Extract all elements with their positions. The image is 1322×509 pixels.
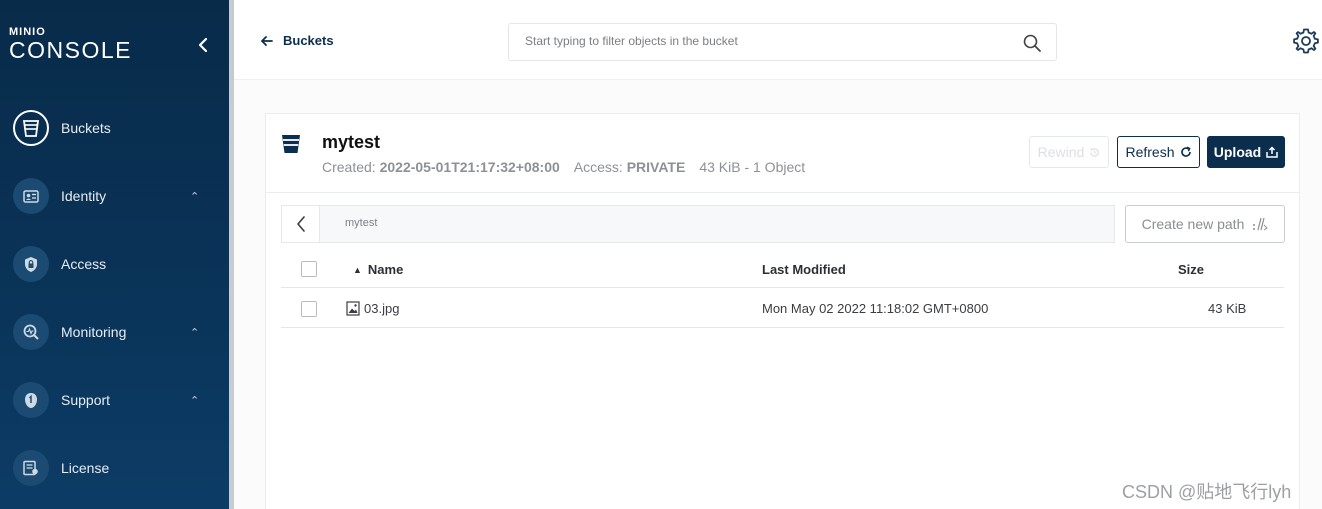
create-new-path-button[interactable]: Create new path: [1125, 205, 1285, 243]
breadcrumb: mytest: [281, 205, 1115, 243]
bucket-icon: [282, 135, 300, 153]
refresh-icon: [1180, 146, 1191, 157]
sidebar-item-buckets[interactable]: Buckets: [0, 102, 229, 154]
sidebar-item-support[interactable]: Support ⌃: [0, 374, 229, 426]
sidebar-item-label: Support: [61, 392, 111, 408]
column-header-size[interactable]: Size: [1178, 262, 1204, 277]
column-header-last-modified[interactable]: Last Modified: [762, 262, 846, 277]
sidebar-item-monitoring[interactable]: Monitoring ⌃: [0, 306, 229, 358]
size-cell: 43 KiB: [1208, 301, 1247, 316]
back-link-label: Buckets: [283, 33, 334, 48]
sort-ascending-icon: ▲: [353, 264, 362, 275]
sidebar: MINIO CONSOLE Buckets Identity ⌃ Access: [0, 0, 229, 509]
last-modified-cell: Mon May 02 2022 11:18:02 GMT+0800: [762, 301, 989, 316]
chevron-left-icon: [198, 37, 208, 53]
gear-icon[interactable]: [1292, 27, 1320, 55]
table-row[interactable]: 03.jpg Mon May 02 2022 11:18:02 GMT+0800…: [281, 289, 1284, 328]
sidebar-item-label: License: [61, 460, 110, 476]
bucket-icon: [13, 110, 49, 146]
column-label: Name: [367, 262, 404, 277]
breadcrumb-path[interactable]: mytest: [345, 217, 377, 229]
upload-button[interactable]: Upload: [1207, 136, 1285, 168]
rewind-button[interactable]: Rewind: [1029, 136, 1109, 168]
created-value: 2022-05-01T21:17:32+08:00: [379, 159, 560, 175]
object-filter-search[interactable]: [508, 23, 1057, 61]
logo-main-text: CONSOLE: [9, 37, 132, 63]
row-select-checkbox[interactable]: [301, 301, 317, 317]
bucket-meta: Created: 2022-05-01T21:17:32+08:00 Access…: [322, 159, 805, 175]
bucket-name: mytest: [322, 132, 381, 152]
created-label: Created:: [322, 159, 376, 175]
bucket-header: mytest Created: 2022-05-01T21:17:32+08:0…: [266, 114, 1299, 193]
chevron-up-icon: ⌃: [190, 326, 200, 339]
sidebar-item-access[interactable]: Access: [0, 238, 229, 290]
arrow-left-icon: [261, 35, 273, 46]
column-header-name[interactable]: ▲ Name: [353, 262, 403, 277]
lock-shield-icon: [13, 246, 49, 282]
watermark-text: CSDN @贴地飞行lyh: [1122, 482, 1292, 502]
minio-console-logo[interactable]: MINIO CONSOLE: [9, 27, 132, 63]
table-header: ▲ Name Last Modified Size: [281, 251, 1284, 288]
sidebar-item-label: Buckets: [61, 120, 111, 136]
new-folder-path-icon: [1253, 217, 1269, 231]
chevron-up-icon: ⌃: [190, 190, 200, 203]
history-icon: [1090, 147, 1100, 157]
search-input[interactable]: [525, 34, 995, 48]
collapse-sidebar-button[interactable]: [194, 36, 212, 58]
sidebar-item-label: Access: [61, 256, 107, 272]
refresh-button[interactable]: Refresh: [1117, 136, 1200, 168]
upload-button-label: Upload: [1213, 144, 1262, 160]
breadcrumb-back-button[interactable]: [282, 206, 320, 242]
image-file-icon: [346, 301, 360, 316]
monitoring-icon: [13, 314, 49, 350]
upload-icon: [1266, 146, 1278, 158]
usage-summary: 43 KiB - 1 Object: [699, 159, 806, 175]
top-bar: Buckets: [234, 0, 1322, 80]
bucket-panel: mytest Created: 2022-05-01T21:17:32+08:0…: [265, 113, 1300, 509]
sidebar-item-identity[interactable]: Identity ⌃: [0, 170, 229, 222]
select-all-checkbox[interactable]: [301, 261, 317, 277]
access-value: PRIVATE: [626, 159, 686, 175]
object-name-cell[interactable]: 03.jpg: [346, 301, 399, 316]
identity-card-icon: [13, 178, 49, 214]
search-icon[interactable]: [1022, 33, 1042, 53]
back-to-buckets-link[interactable]: Buckets: [261, 33, 334, 48]
rewind-button-label: Rewind: [1037, 144, 1085, 160]
create-new-path-label: Create new path: [1141, 216, 1245, 232]
chevron-up-icon: ⌃: [190, 394, 200, 407]
access-label: Access:: [573, 159, 623, 175]
chevron-left-icon: [296, 216, 305, 232]
sidebar-item-label: Monitoring: [61, 324, 127, 340]
sidebar-item-license[interactable]: License: [0, 442, 229, 494]
refresh-button-label: Refresh: [1125, 144, 1175, 160]
license-icon: [13, 450, 49, 486]
object-name: 03.jpg: [364, 301, 400, 316]
sidebar-item-label: Identity: [61, 188, 107, 204]
support-icon: [13, 382, 49, 418]
app-root: MINIO CONSOLE Buckets Identity ⌃ Access: [0, 0, 1322, 509]
